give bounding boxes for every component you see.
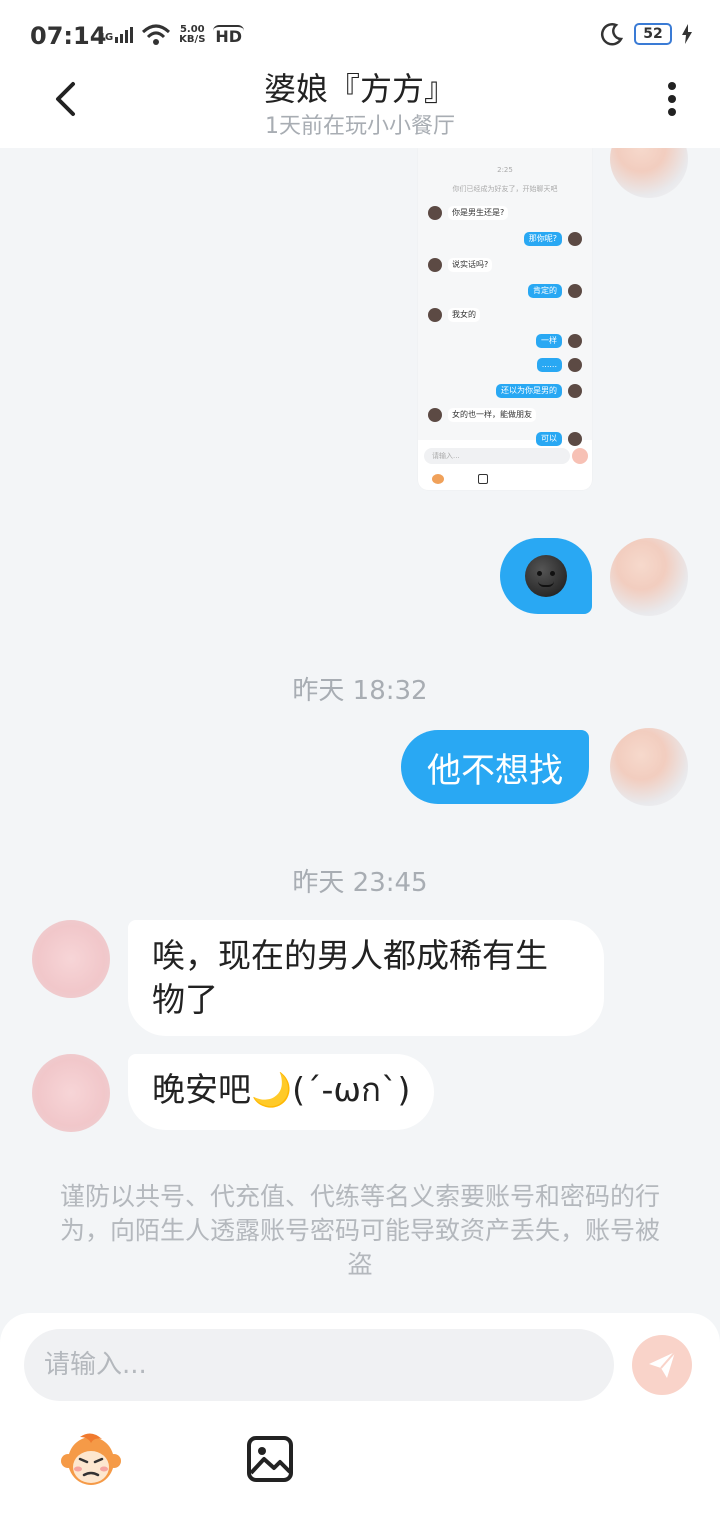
image-icon: [247, 1436, 293, 1482]
more-vertical-icon: [668, 82, 676, 116]
preview-message: 一样: [536, 334, 562, 348]
contact-avatar[interactable]: [32, 1054, 110, 1132]
preview-message: 还以为你是男的: [496, 384, 562, 398]
preview-message: 女的也一样，能做朋友: [448, 408, 536, 422]
paper-plane-icon: [649, 1351, 676, 1378]
more-options-button[interactable]: [652, 74, 692, 124]
my-avatar[interactable]: [610, 538, 688, 616]
preview-avatar: [568, 384, 582, 398]
preview-message: 那你呢?: [523, 232, 562, 246]
monkey-face-icon: [61, 1433, 121, 1485]
preview-avatar: [568, 432, 582, 446]
chat-messages[interactable]: 2:25 你们已经成为好友了，开始聊天吧 你是男生还是? 那你呢? 说实话吗? …: [0, 148, 720, 1313]
message-input-bar: [0, 1313, 720, 1520]
sticker-message[interactable]: [500, 538, 592, 614]
preview-avatar: [568, 284, 582, 298]
speed-unit: KB/S: [179, 34, 206, 45]
preview-avatar: [568, 334, 582, 348]
my-avatar[interactable]: [610, 148, 688, 198]
contact-status: 1天前在玩小小餐厅: [265, 114, 455, 139]
hd-indicator: HD: [213, 24, 245, 46]
network-type: 4G: [98, 32, 114, 43]
preview-image-icon: [478, 474, 488, 484]
contact-name: 婆娘『方方』: [263, 70, 456, 108]
message-timestamp: 昨天 23:45: [292, 868, 428, 898]
incoming-message[interactable]: 唉，现在的男人都成稀有生物了: [128, 920, 604, 1036]
incoming-message[interactable]: 晚安吧🌙(´-ωก`): [128, 1054, 435, 1130]
network-speed: 5.00 KB/S: [179, 25, 205, 45]
message-input[interactable]: [24, 1329, 614, 1401]
preview-message: 肯定的: [528, 284, 562, 298]
new-moon-face-icon: [525, 555, 567, 597]
preview-message: 说实话吗?: [448, 258, 493, 272]
preview-notice: 你们已经成为好友了，开始聊天吧: [452, 185, 558, 193]
preview-emoji-icon: [432, 474, 444, 484]
security-notice: 谨防以共号、代充值、代练等名义索要账号和密码的行为，向陌生人透露账号密码可能导致…: [60, 1182, 661, 1279]
preview-avatar: [428, 206, 442, 220]
status-icons: 4G 5.00 KB/S HD: [98, 24, 245, 46]
image-picker-button[interactable]: [246, 1435, 294, 1483]
outgoing-message[interactable]: 他不想找: [401, 730, 589, 804]
status-bar: 07:14 4G 5.00 KB/S HD 52: [0, 0, 720, 62]
preview-message: 可以: [536, 432, 562, 446]
emoji-button[interactable]: [60, 1431, 122, 1489]
wifi-icon: [142, 24, 171, 45]
battery-indicator: 52: [634, 23, 672, 45]
preview-avatar: [568, 358, 582, 372]
contact-avatar[interactable]: [32, 920, 110, 998]
preview-avatar: [428, 408, 442, 422]
charging-icon: [682, 24, 692, 44]
moon-icon: [600, 23, 624, 46]
send-button[interactable]: [632, 1335, 692, 1395]
message-timestamp: 昨天 18:32: [292, 676, 428, 706]
chat-header: 婆娘『方方』 1天前在玩小小餐厅: [0, 62, 720, 148]
image-message-content: 2:25 你们已经成为好友了，开始聊天吧 你是男生还是? 那你呢? 说实话吗? …: [418, 148, 592, 446]
preview-avatar: [428, 258, 442, 272]
image-message[interactable]: 2:25 你们已经成为好友了，开始聊天吧 你是男生还是? 那你呢? 说实话吗? …: [418, 148, 592, 490]
preview-timestamp: 2:25: [497, 166, 513, 174]
preview-input: 请输入...: [424, 448, 570, 464]
preview-avatar: [428, 308, 442, 322]
preview-message: 我女的: [448, 308, 480, 322]
preview-send-icon: [572, 448, 588, 464]
status-time: 07:14: [30, 22, 107, 50]
preview-message: ......: [536, 358, 562, 372]
my-avatar[interactable]: [610, 728, 688, 806]
preview-avatar: [568, 232, 582, 246]
cellular-signal-icon: 4G: [98, 27, 134, 43]
status-right: 52: [600, 22, 692, 46]
preview-message: 你是男生还是?: [448, 206, 509, 220]
